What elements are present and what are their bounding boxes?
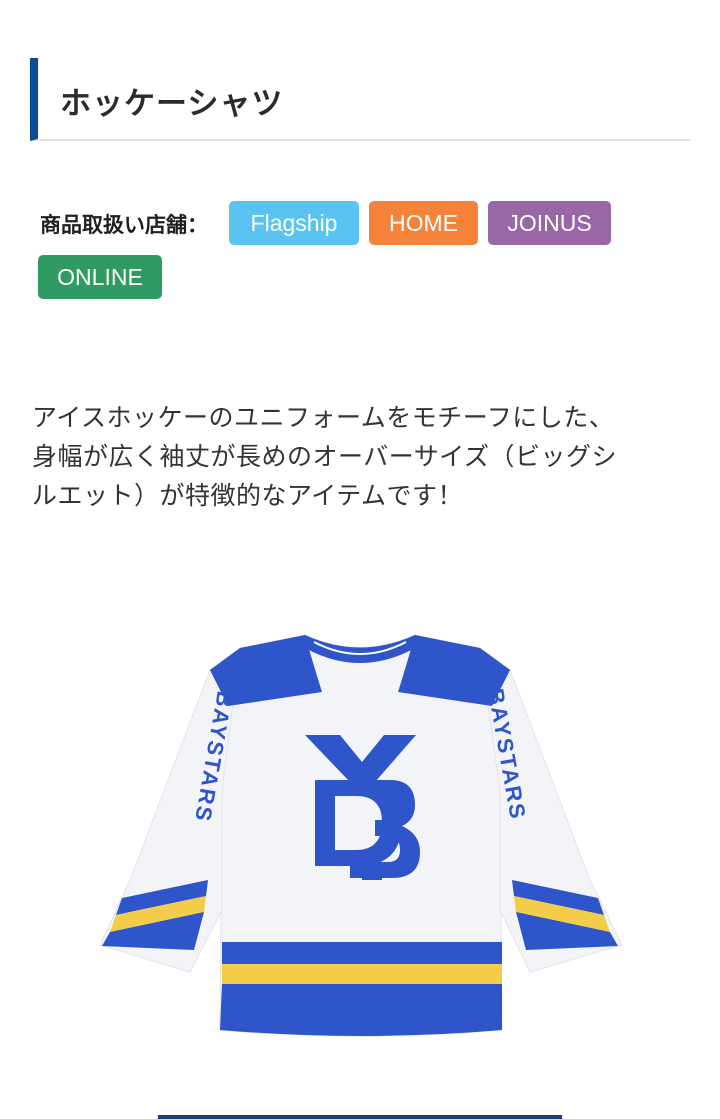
hem-stripe-yellow	[222, 964, 502, 984]
bottom-divider	[158, 1115, 562, 1119]
hem-stripe-blue-bottom	[220, 984, 502, 1036]
page: ホッケーシャツ 商品取扱い店舗： Flagship HOME JOINUS ON…	[0, 0, 720, 1119]
store-badge-joinus[interactable]: JOINUS	[488, 201, 611, 245]
hem-stripe-blue	[222, 942, 502, 964]
store-badge-online[interactable]: ONLINE	[38, 255, 162, 299]
title-block: ホッケーシャツ	[30, 58, 690, 141]
store-badge-home[interactable]: HOME	[369, 201, 478, 245]
product-description: アイスホッケーのユニフォームをモチーフにした、 身幅が広く袖丈が長めのオーバーサ…	[32, 398, 692, 515]
page-title: ホッケーシャツ	[60, 86, 284, 122]
stores-label: 商品取扱い店舗：	[40, 213, 208, 237]
description-line: 身幅が広く袖丈が長めのオーバーサイズ（ビッグシ	[32, 442, 618, 471]
description-line: ルエット）が特徴的なアイテムです！	[32, 481, 464, 510]
hockey-shirt-image: BAYSTARS BAYSTARS	[99, 634, 623, 1037]
description-line: アイスホッケーのユニフォームをモチーフにした、	[32, 403, 615, 432]
store-badge-flagship[interactable]: Flagship	[229, 201, 359, 245]
